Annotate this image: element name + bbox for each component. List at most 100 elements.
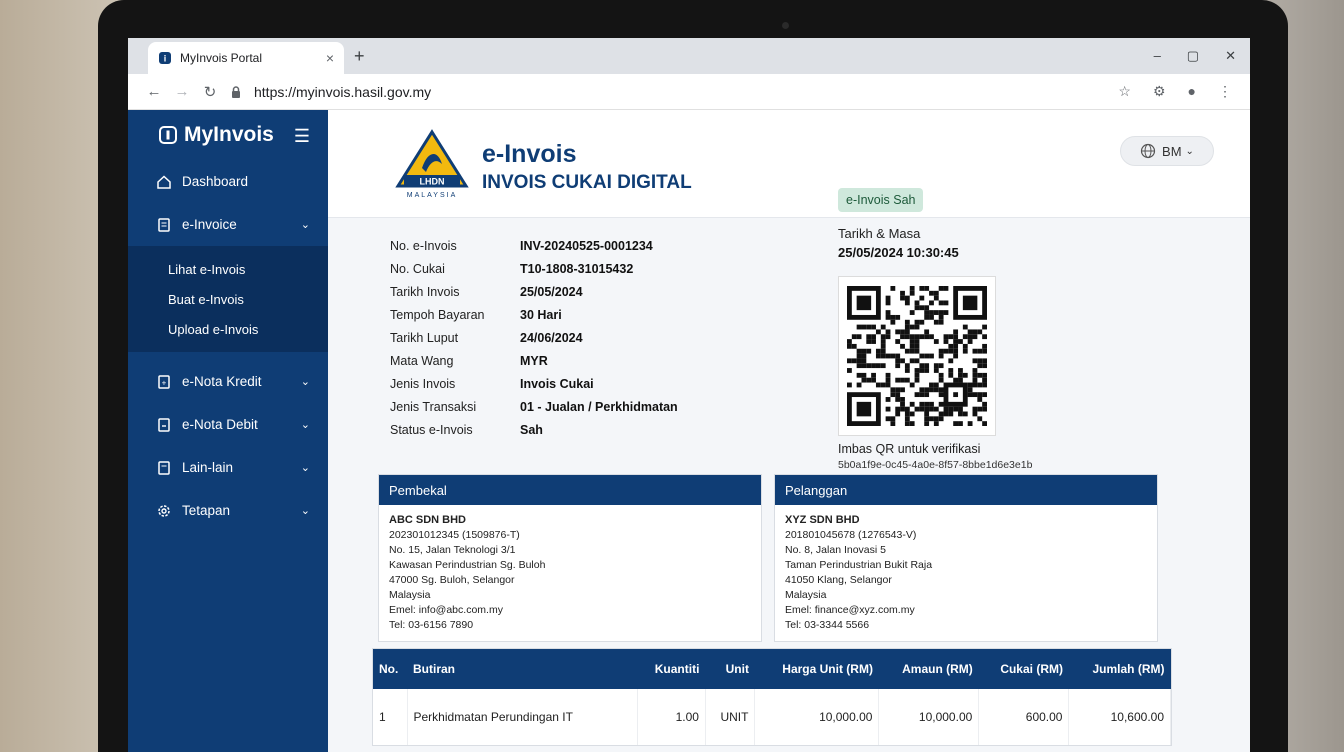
- chevron-down-icon: ⌄: [300, 505, 310, 517]
- detail-label: No. Cukai: [390, 261, 445, 276]
- menu-kebab-icon[interactable]: ⋮: [1218, 83, 1232, 100]
- svg-text:+: +: [162, 378, 167, 387]
- table-cell: Perkhidmatan Perundingan IT: [407, 689, 638, 745]
- detail-label: Jenis Invois: [390, 376, 456, 391]
- gear-icon: [156, 503, 172, 519]
- new-tab-button[interactable]: +: [354, 46, 365, 67]
- supplier-heading: Pembekal: [379, 475, 761, 505]
- detail-row: Tarikh Luput 24/06/2024: [390, 326, 810, 349]
- sidebar-item-label: Dashboard: [182, 174, 249, 189]
- svg-text:i: i: [164, 54, 167, 64]
- column-header: Unit: [705, 649, 755, 689]
- detail-value: 25/05/2024: [520, 284, 583, 299]
- detail-label: Jenis Transaksi: [390, 399, 477, 414]
- main-content: LHDN MALAYSIA e-Invois INVOIS CUKAI DIGI…: [328, 110, 1250, 752]
- qr-code-icon: [847, 286, 987, 426]
- chevron-down-icon: ⌄: [300, 219, 310, 231]
- hamburger-menu-icon[interactable]: ☰: [294, 126, 310, 147]
- lock-icon: [230, 85, 246, 99]
- logo-text: LHDN: [420, 177, 445, 187]
- detail-row: No. Cukai T10-1808-31015432: [390, 257, 810, 280]
- extensions-icon[interactable]: ⚙: [1153, 83, 1166, 100]
- supplier-body: ABC SDN BHD 202301012345 (1509876-T) No.…: [379, 505, 761, 641]
- detail-value: INV-20240525-0001234: [520, 238, 653, 253]
- customer-card: Pelanggan XYZ SDN BHD 201801045678 (1276…: [774, 474, 1158, 642]
- tab-bar: i MyInvois Portal × + – ▢ ✕: [128, 38, 1250, 74]
- tab-close-icon[interactable]: ×: [326, 50, 334, 66]
- maximize-icon[interactable]: ▢: [1187, 48, 1199, 64]
- credit-note-icon: +: [156, 374, 172, 390]
- sidebar-item-e-nota-kredit[interactable]: + e-Nota Kredit ⌄: [128, 360, 328, 403]
- profile-icon[interactable]: ●: [1188, 83, 1196, 100]
- column-header: Harga Unit (RM): [754, 649, 879, 689]
- column-header: Cukai (RM): [978, 649, 1069, 689]
- line-items-table: No. Butiran Kuantiti Unit Harga Unit (RM…: [372, 648, 1172, 746]
- table-cell: 10,600.00: [1068, 689, 1171, 745]
- submenu-lihat-e-invois[interactable]: Lihat e-Invois: [128, 254, 328, 284]
- detail-row: Mata Wang MYR: [390, 349, 810, 372]
- status-badge: e-Invois Sah: [838, 188, 924, 212]
- customer-reg: 201801045678 (1276543-V): [785, 529, 917, 541]
- page-subtitle: INVOIS CUKAI DIGITAL: [482, 172, 692, 193]
- table-cell: 600.00: [978, 689, 1070, 745]
- home-icon: [156, 174, 172, 190]
- customer-address-line: Taman Perindustrian Bukit Raja: [785, 559, 933, 571]
- sidebar-item-dashboard[interactable]: Dashboard: [128, 160, 328, 203]
- language-label: BM: [1162, 143, 1182, 159]
- detail-row: Jenis Transaksi 01 - Jualan / Perkhidmata…: [390, 395, 810, 418]
- browser-toolbar: ← → ↻ https://myinvois.hasil.gov.my ☆ ⚙ …: [128, 74, 1250, 110]
- sidebar-item-label: Lain-lain: [182, 460, 234, 475]
- detail-row: No. e-Invois INV-20240525-0001234: [390, 234, 810, 257]
- detail-row: Tempoh Bayaran 30 Hari: [390, 303, 810, 326]
- debit-note-icon: [156, 417, 172, 433]
- reload-icon[interactable]: ↻: [196, 83, 224, 101]
- sidebar-item-label: e-Invoice: [182, 217, 237, 232]
- page-title: e-Invois: [482, 140, 577, 168]
- detail-label: Status e-Invois: [390, 422, 473, 437]
- minimize-icon[interactable]: –: [1154, 48, 1161, 64]
- back-arrow-icon[interactable]: ←: [140, 83, 168, 100]
- sidebar-item-tetapan[interactable]: Tetapan ⌄: [128, 489, 328, 532]
- browser-tab[interactable]: i MyInvois Portal ×: [148, 42, 344, 74]
- sidebar-item-label: e-Nota Kredit: [182, 374, 262, 389]
- close-window-icon[interactable]: ✕: [1225, 48, 1236, 64]
- forward-arrow-icon[interactable]: →: [168, 83, 196, 100]
- sidebar: MyInvois ☰ Dashboard e-Invoice ⌄ Lihat e…: [128, 110, 328, 752]
- table-header-row: No. Butiran Kuantiti Unit Harga Unit (RM…: [373, 649, 1171, 689]
- sidebar-item-lain-lain[interactable]: Lain-lain ⌄: [128, 446, 328, 489]
- table-row: 1 Perkhidmatan Perundingan IT 1.00 UNIT …: [373, 689, 1171, 745]
- qr-code[interactable]: [838, 276, 996, 436]
- sidebar-item-e-nota-debit[interactable]: e-Nota Debit ⌄: [128, 403, 328, 446]
- supplier-reg: 202301012345 (1509876-T): [389, 529, 520, 541]
- supplier-address-line: 47000 Sg. Buloh, Selangor: [389, 574, 515, 586]
- chevron-down-icon: ⌄: [300, 419, 310, 431]
- e-invoice-submenu: Lihat e-Invois Buat e-Invois Upload e-In…: [128, 246, 328, 352]
- datetime-label: Tarikh & Masa: [838, 226, 921, 241]
- sidebar-item-e-invoice[interactable]: e-Invoice ⌄: [128, 203, 328, 246]
- toolbar-actions: ☆ ⚙ ● ⋮: [1118, 83, 1232, 100]
- table-cell: 10,000.00: [878, 689, 980, 745]
- lhdn-logo: LHDN MALAYSIA: [392, 128, 472, 200]
- supplier-address-line: Kawasan Perindustrian Sg. Buloh: [389, 559, 546, 571]
- app-shell: MyInvois ☰ Dashboard e-Invoice ⌄ Lihat e…: [128, 110, 1250, 752]
- supplier-address-line: No. 15, Jalan Teknologi 3/1: [389, 544, 516, 556]
- chevron-down-icon: ⌄: [300, 462, 310, 474]
- detail-value: 30 Hari: [520, 307, 562, 322]
- table-cell: 1.00: [637, 689, 706, 745]
- detail-row: Tarikh Invois 25/05/2024: [390, 280, 810, 303]
- customer-address-line: No. 8, Jalan Inovasi 5: [785, 544, 886, 556]
- customer-heading: Pelanggan: [775, 475, 1157, 505]
- language-switcher[interactable]: BM ⌄: [1120, 136, 1214, 166]
- submenu-upload-e-invois[interactable]: Upload e-Invois: [128, 314, 328, 344]
- table-cell: 1: [373, 689, 408, 745]
- bookmark-star-icon[interactable]: ☆: [1118, 83, 1131, 100]
- customer-country: Malaysia: [785, 589, 827, 601]
- supplier-card: Pembekal ABC SDN BHD 202301012345 (15098…: [378, 474, 762, 642]
- submenu-buat-e-invois[interactable]: Buat e-Invois: [128, 284, 328, 314]
- qr-caption: Imbas QR untuk verifikasi: [838, 442, 981, 456]
- webcam: [782, 22, 789, 29]
- supplier-email: Emel: info@abc.com.my: [389, 604, 503, 616]
- myinvois-logo-icon: [158, 125, 178, 145]
- address-bar[interactable]: https://myinvois.hasil.gov.my: [230, 84, 1118, 100]
- customer-address-line: 41050 Klang, Selangor: [785, 574, 892, 586]
